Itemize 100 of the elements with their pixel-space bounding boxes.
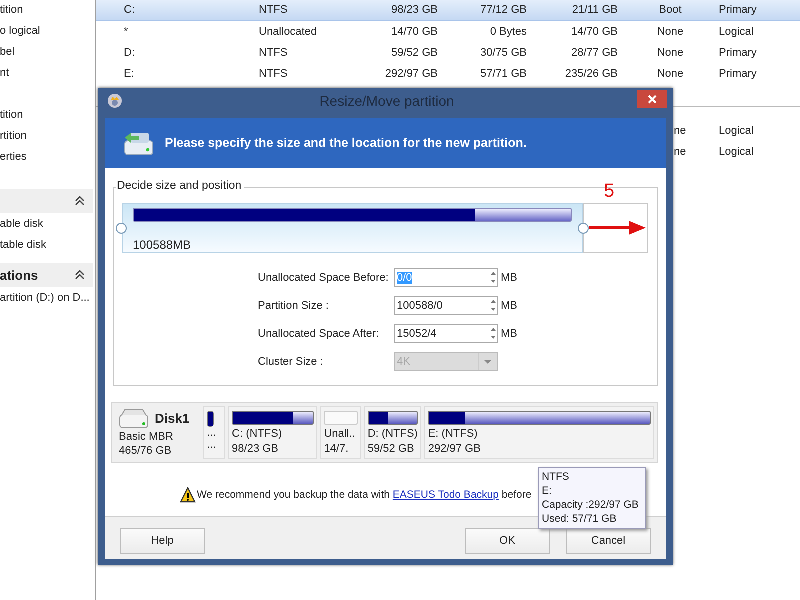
sidebar-item[interactable]: o logical [0,21,95,42]
field-label: Partition Size : [258,300,330,312]
field-label: Unallocated Space After: [258,328,380,340]
dialog-button[interactable]: Cancel [566,528,651,554]
sidebar-item[interactable]: table disk [0,234,95,255]
table-cell-text: None [656,26,685,38]
hard-disk-icon [119,408,149,429]
table-cell-text: Primary [719,46,758,58]
sidebar-item[interactable]: nt [0,63,95,84]
table-row[interactable]: E: NTFS 292/97 GB 57/71 GB 235/26 GB None Primary [96,63,800,84]
table-cell-text: 235/26 GB [564,68,619,80]
partition-label: Unall.. [324,427,356,442]
table-cell-text: 21/11 GB [571,4,619,16]
arrow-annotation [589,221,646,235]
partition-size: 59/52 GB [368,442,416,457]
table-cell-text: D: [124,46,136,58]
table-cell-text: 98/23 GB [390,4,439,16]
sidebar-item[interactable]: bel [0,42,95,63]
partition-label: E: (NTFS) [428,427,479,442]
table-cell-text: * [124,26,130,38]
table-cell-text: None [656,46,685,58]
table-cell-text: 59/52 GB [390,46,439,58]
unit-label: MB [501,300,518,312]
table-cell-text: NTFS [259,68,289,80]
partition-size: 14/7. [324,442,350,457]
partition-label: D: (NTFS) [368,427,418,442]
partition-size: ... [207,439,218,451]
dialog-button[interactable]: Help [120,528,205,554]
partition-block[interactable]: Unall.. 14/7. [320,406,361,459]
section-title: ations [0,268,38,282]
partition-size: 98/23 GB [232,442,280,457]
table-cell-text: 14/70 GB [570,26,619,38]
collapse-icon[interactable] [75,196,85,206]
dialog-heading: Please specify the size and the location for the new partition. [165,136,527,150]
disk-size: 465/76 GB [119,444,173,459]
tooltip-line: Used: 57/71 GB [542,512,618,526]
table-cell-text: 77/12 GB [480,4,528,16]
number-field[interactable]: 100588/0 [394,296,498,315]
sidebar-item[interactable]: erties [0,147,95,168]
partition-block[interactable]: E: (NTFS) 292/97 GB [424,406,654,459]
partition-size: 292/97 GB [428,442,482,457]
annotation-number: 5 [604,182,615,202]
table-cell-text: ne [674,146,688,158]
tooltip-line: NTFS [542,470,570,484]
sidebar-item[interactable]: tition [0,0,95,21]
sidebar-item[interactable]: tition [0,105,95,126]
backup-link[interactable]: EASEUS Todo Backup [392,489,499,501]
partition-label: ... [207,427,218,439]
table-cell-text: Primary [719,4,758,16]
close-button[interactable] [637,90,667,108]
table-cell-text: Primary [719,68,758,80]
backup-notice: We recommend you backup the data with EASEUS Todo Backup before [197,489,532,501]
partition-block[interactable]: D: (NTFS) 59/52 GB [364,406,422,459]
disk-type: Basic MBR [119,430,174,444]
table-cell-text: 57/71 GB [480,68,528,80]
collapse-icon[interactable] [75,270,85,280]
table-cell-text: Logical [719,146,755,158]
partition-label: C: (NTFS) [232,427,284,442]
number-field[interactable]: 15052/4 [394,324,498,343]
table-cell-text: None [656,68,685,80]
table-cell-text: NTFS [259,4,289,16]
partition-size-bar[interactable]: 100588MB [122,203,583,253]
table-cell-text: Boot [658,4,683,16]
partition-block[interactable]: C: (NTFS) 98/23 GB [228,406,318,459]
disk-name: Disk1 [155,412,191,426]
field-label: Cluster Size : [258,356,324,368]
table-cell-text: Unallocated [259,26,318,38]
warning-icon [180,487,196,503]
sidebar-item[interactable]: artition (D:) on D... [0,287,95,308]
table-cell-text: E: [124,68,136,80]
table-cell-text: NTFS [259,46,289,58]
table-cell-text: 30/75 GB [480,46,528,58]
table-cell-text: 0 Bytes [489,26,528,38]
table-cell-text: C: [124,4,136,16]
table-cell-text: ne [674,124,688,136]
partition-block[interactable]: ... ... [203,406,226,459]
table-row[interactable]: * Unallocated 14/70 GB 0 Bytes 14/70 GB None Logical [96,21,800,42]
sidebar-item[interactable]: rtition [0,126,95,147]
size-label: 100588MB [133,238,192,252]
empty-bar [324,411,358,425]
app-icon [107,92,123,108]
table-cell-text: Logical [719,124,755,136]
table-cell-text: Logical [719,26,755,38]
table-cell-text: 28/77 GB [570,46,619,58]
section-header[interactable]: ations [0,263,93,287]
close-icon [648,94,656,104]
table-row[interactable]: C: NTFS 98/23 GB 77/12 GB 21/11 GB Boot Primary [96,0,800,21]
dialog-button[interactable]: OK [465,528,550,554]
unit-label: MB [501,328,518,340]
tooltip-line: Capacity :292/97 GB [542,498,640,512]
disk-info[interactable]: Disk1 Basic MBR 465/76 GB [115,406,200,459]
dropdown-arrow-icon [484,360,492,364]
tooltip-line: E: [542,484,553,498]
resize-handle[interactable] [116,223,127,234]
sidebar-item[interactable]: able disk [0,213,95,234]
unit-label: MB [501,272,518,284]
table-row[interactable]: D: NTFS 59/52 GB 30/75 GB 28/77 GB None Primary [96,42,800,63]
table-cell-text: 292/97 GB [384,68,439,80]
field-label: Unallocated Space Before: [258,272,390,284]
window-title: Resize/Move partition [318,92,456,108]
